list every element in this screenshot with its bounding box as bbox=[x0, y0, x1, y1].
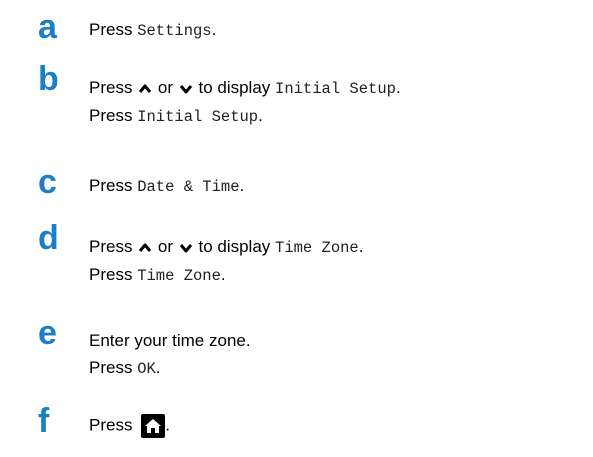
step-letter: e bbox=[38, 314, 57, 352]
up-chevron-icon bbox=[139, 84, 152, 93]
step-letter: f bbox=[38, 402, 50, 440]
step-text: Press Initial Setup. bbox=[89, 106, 263, 126]
step-text: Press or to display Initial Setup. bbox=[89, 78, 401, 98]
up-chevron-icon bbox=[139, 243, 152, 252]
settings-label: Settings bbox=[137, 22, 212, 40]
step-text: Press or to display Time Zone. bbox=[89, 237, 364, 257]
home-icon bbox=[141, 414, 166, 438]
step-letter: c bbox=[38, 163, 57, 201]
down-chevron-icon bbox=[179, 84, 192, 94]
step-text: Press Date & Time. bbox=[89, 176, 245, 196]
step-text: Press Settings. bbox=[89, 20, 217, 40]
step-text: Press . bbox=[89, 414, 170, 438]
down-chevron-icon bbox=[179, 243, 192, 253]
step-letter: d bbox=[38, 219, 59, 257]
step-text: Enter your time zone. bbox=[89, 331, 251, 350]
step-text: Press Time Zone. bbox=[89, 265, 226, 285]
step-letter: b bbox=[38, 60, 59, 98]
step-letter: a bbox=[38, 8, 57, 46]
step-text: Press OK. bbox=[89, 358, 161, 378]
